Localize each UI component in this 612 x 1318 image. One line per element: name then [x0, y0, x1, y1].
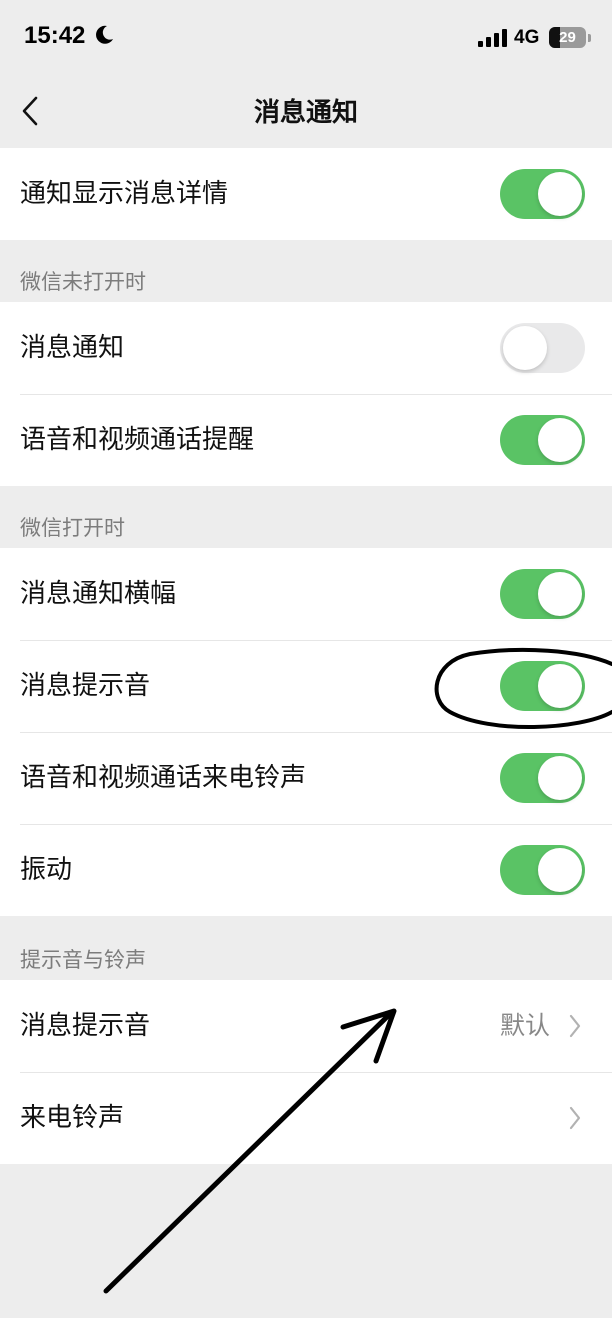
battery-icon: 29 — [549, 27, 586, 48]
toggle-switch[interactable] — [500, 661, 585, 711]
row-label: 消息通知横幅 — [20, 579, 177, 609]
section-main: 通知显示消息详情 — [0, 148, 612, 240]
toggle-switch[interactable] — [500, 169, 585, 219]
list-item: 消息通知横幅 — [0, 548, 612, 640]
toggle-knob — [538, 572, 582, 616]
list-item: 消息提示音 — [0, 640, 612, 732]
battery-percent: 29 — [559, 29, 576, 46]
signal-icon — [478, 29, 507, 47]
toggle-knob — [538, 756, 582, 800]
toggle-switch[interactable] — [500, 753, 585, 803]
section-header-sounds: 提示音与铃声 — [20, 948, 146, 972]
page-title: 消息通知 — [253, 98, 358, 128]
row-show-details: 通知显示消息详情 — [0, 148, 612, 240]
toggle-knob — [538, 664, 582, 708]
row-value: 默认 — [499, 1011, 550, 1040]
row-label: 消息提示音 — [20, 1011, 151, 1041]
list-item-ringtone[interactable]: 来电铃声 — [0, 1072, 612, 1164]
toggle-knob — [538, 172, 582, 216]
toggle-switch[interactable] — [500, 323, 585, 373]
list-item: 振动 — [0, 824, 612, 916]
row-label: 来电铃声 — [20, 1103, 125, 1133]
section-header-closed: 微信未打开时 — [20, 270, 146, 294]
network-type: 4G — [514, 27, 540, 48]
moon-icon — [96, 25, 113, 44]
status-bar: 15:42 4G 29 — [0, 0, 612, 78]
row-label: 振动 — [20, 855, 73, 885]
chevron-right-icon — [569, 1014, 581, 1038]
section-header-open: 微信打开时 — [20, 516, 125, 540]
nav-bar: 消息通知 — [0, 78, 612, 148]
toggle-switch[interactable] — [500, 415, 585, 465]
chevron-right-icon — [569, 1106, 581, 1130]
row-label: 通知显示消息详情 — [20, 179, 229, 209]
section-sounds: 消息提示音 默认 来电铃声 — [0, 980, 612, 1164]
list-item: 语音和视频通话提醒 — [0, 394, 612, 486]
list-item-message-sound[interactable]: 消息提示音 默认 — [0, 980, 612, 1072]
row-label: 消息通知 — [20, 333, 125, 363]
toggle-knob — [503, 326, 547, 370]
list-item: 语音和视频通话来电铃声 — [0, 732, 612, 824]
row-label: 消息提示音 — [20, 671, 151, 701]
toggle-knob — [538, 848, 582, 892]
toggle-switch[interactable] — [500, 569, 585, 619]
toggle-knob — [538, 418, 582, 462]
row-label: 语音和视频通话来电铃声 — [20, 763, 307, 793]
section-open: 消息通知横幅 消息提示音 语音和视频通话来电铃声 振动 — [0, 548, 612, 916]
list-item: 消息通知 — [0, 302, 612, 394]
status-time: 15:42 — [24, 22, 86, 49]
row-label: 语音和视频通话提醒 — [20, 425, 255, 455]
section-closed: 消息通知 语音和视频通话提醒 — [0, 302, 612, 486]
battery-cap — [588, 34, 591, 42]
toggle-switch[interactable] — [500, 845, 585, 895]
